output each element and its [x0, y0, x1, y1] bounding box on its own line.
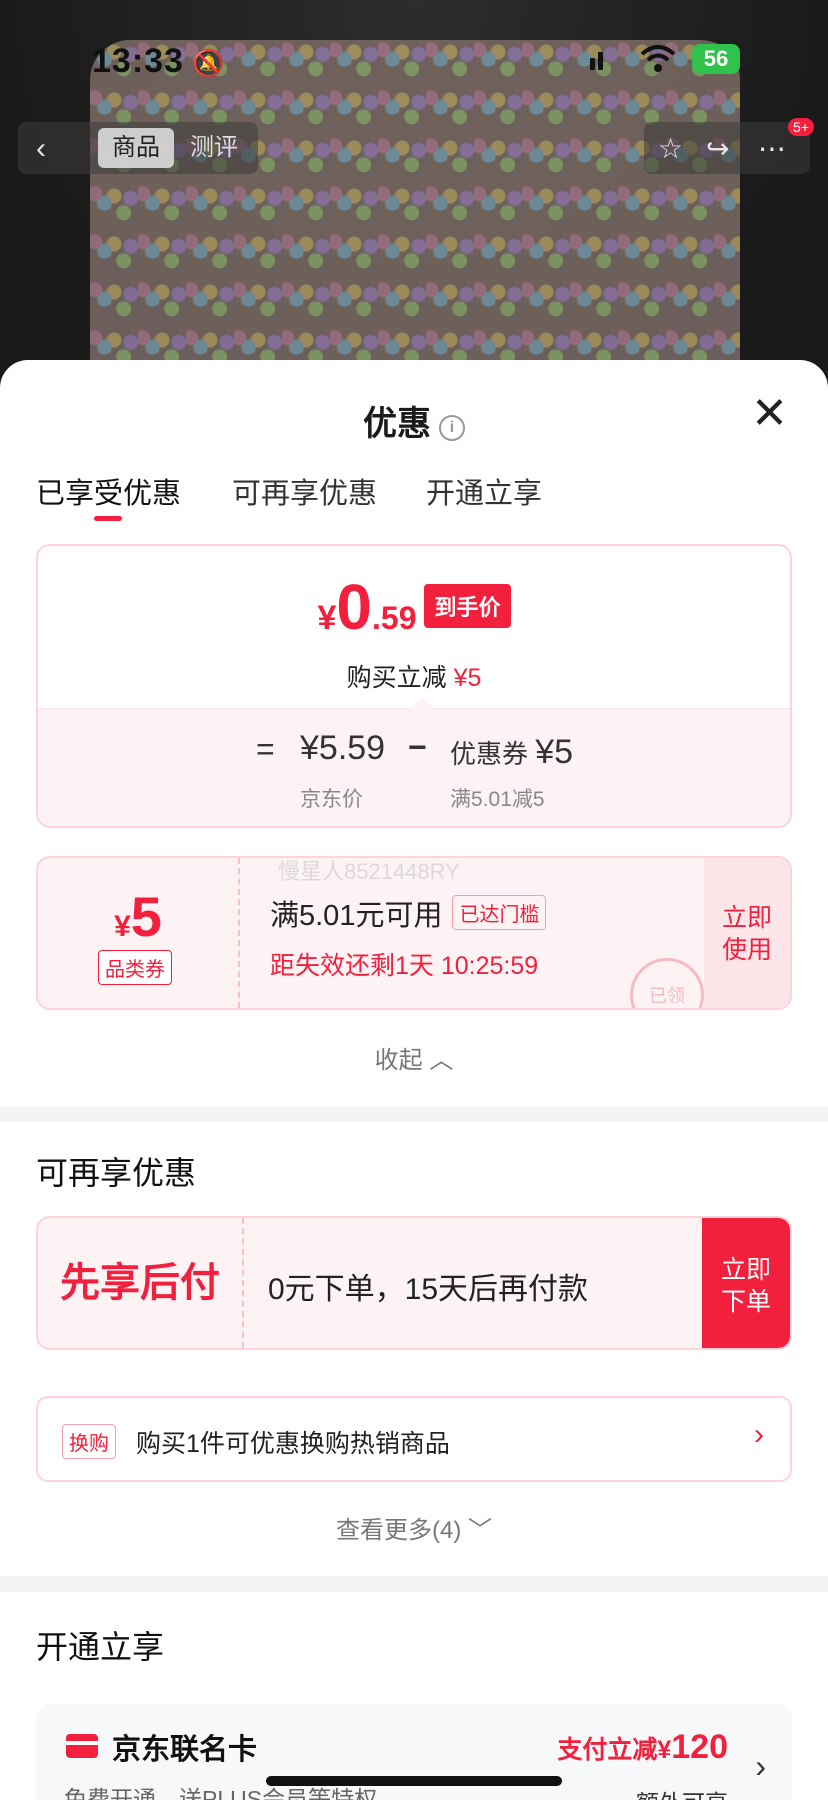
sheet-title: 优惠 i	[0, 396, 828, 445]
claimed-stamp: 已领	[630, 958, 704, 1008]
info-icon[interactable]: i	[439, 415, 465, 441]
pay-later-text: 0元下单，15天后再付款	[268, 1273, 589, 1306]
coupon-expiry-timer: 距失效还剩1天 10:25:59	[270, 952, 539, 980]
instant-discount: 购买立减 ¥5	[346, 664, 482, 692]
price-breakdown: = ¥5.59 − 优惠券 ¥5 京东价 满5.01减5	[38, 697, 790, 826]
trade-in-tag: 换购	[62, 1424, 116, 1459]
signal-icon	[590, 52, 603, 70]
coupon-caption: 满5.01减5	[450, 788, 545, 811]
trade-in-offer[interactable]: 换购 购买1件可优惠换购热销商品 ›	[36, 1396, 792, 1482]
back-arrow-icon[interactable]: ‹	[36, 132, 46, 166]
section-open-title: 开通立享	[36, 1629, 165, 1665]
tab-review[interactable]: 测评	[190, 128, 238, 168]
chevron-up-icon: ︿	[429, 1047, 454, 1074]
active-tab-indicator	[94, 516, 122, 521]
final-price: ¥0.59 到手价	[38, 570, 790, 644]
section-more-discounts-title: 可再享优惠	[36, 1155, 197, 1191]
pay-later-label: 先享后付	[60, 1261, 220, 1305]
user-watermark: 慢星人8521448RY	[278, 859, 460, 884]
tab-more-discounts[interactable]: 可再享优惠	[232, 470, 377, 512]
coupon-category-badge: 品类券	[98, 950, 172, 985]
pay-later-card: 先享后付 0元下单，15天后再付款 立即下单	[36, 1216, 792, 1350]
collapse-toggle[interactable]: 收起 ︿	[0, 1040, 828, 1075]
coupon-deduction: 优惠券 ¥5	[450, 733, 574, 771]
tab-product[interactable]: 商品	[98, 128, 174, 168]
section-divider	[0, 1106, 828, 1122]
payment-discount: 支付立减¥120	[557, 1728, 728, 1766]
credit-card-icon	[66, 1734, 98, 1758]
cobrand-card-name: 京东联名卡	[112, 1734, 258, 1766]
status-time: 13:33	[92, 42, 184, 80]
final-price-tag: 到手价	[424, 584, 511, 628]
chevron-right-icon: ›	[755, 1748, 766, 1784]
section-divider	[0, 1576, 828, 1592]
jd-price-caption: 京东价	[300, 788, 363, 811]
home-indicator	[266, 1776, 562, 1786]
use-coupon-button[interactable]: 立即使用	[704, 858, 790, 1008]
threshold-reached-badge: 已达门槛	[452, 895, 547, 930]
product-top-nav: ‹ 商品 测评 ☆ ↪ ⋯ 5+	[18, 118, 814, 174]
close-icon[interactable]: ✕	[751, 392, 788, 436]
coupon-amount: ¥5	[114, 885, 162, 948]
trade-in-text: 购买1件可优惠换购热销商品	[136, 1430, 450, 1458]
chevron-down-icon: ﹀	[468, 1517, 492, 1544]
chevron-right-icon: ›	[754, 1418, 764, 1451]
more-menu-icon[interactable]: ⋯	[758, 132, 786, 165]
battery-indicator: 56	[692, 44, 740, 74]
coupon-condition: 满5.01元可用 已达门槛	[270, 892, 547, 934]
see-more-toggle[interactable]: 查看更多(4) ﹀	[0, 1510, 828, 1545]
status-bar: 13:33 🔕 56	[0, 36, 828, 86]
tab-open-to-enjoy[interactable]: 开通立享	[426, 470, 542, 512]
jd-price: ¥5.59	[300, 729, 386, 767]
discount-sheet: 优惠 i ✕ 已享受优惠 可再享优惠 开通立享 ¥0.59 到手价 购买立减 ¥5 …	[0, 360, 828, 1800]
extra-benefit: 额外可享	[636, 1784, 728, 1800]
final-price-card: ¥0.59 到手价 购买立减 ¥5 = ¥5.59 − 优惠券 ¥5 京东价 满5…	[36, 544, 792, 828]
mute-bell-icon: 🔕	[192, 48, 225, 78]
message-badge: 5+	[788, 118, 814, 136]
wifi-icon	[640, 45, 676, 72]
share-icon[interactable]: ↪	[706, 132, 729, 165]
order-now-button[interactable]: 立即下单	[702, 1218, 790, 1348]
favorite-star-icon[interactable]: ☆	[658, 132, 683, 165]
tab-enjoyed-discounts[interactable]: 已享受优惠	[36, 470, 181, 512]
